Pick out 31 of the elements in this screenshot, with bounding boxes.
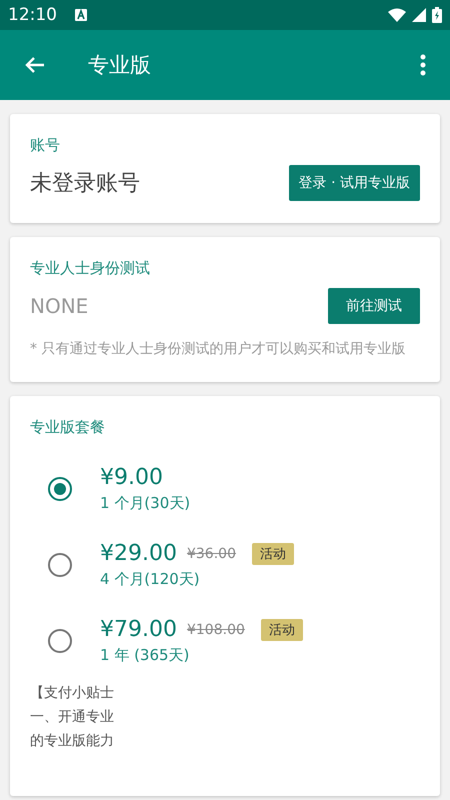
- plan-duration: 1 年 (365天): [100, 646, 190, 665]
- section-label: 专业人士身份测试: [30, 259, 151, 278]
- plan-duration: 4 个月(120天): [100, 570, 201, 589]
- promo-badge: 活动: [252, 542, 294, 564]
- wifi-icon: [388, 8, 406, 22]
- plan-price: ¥29.00: [100, 541, 177, 566]
- plan-price: ¥79.00: [100, 617, 177, 642]
- radio-button[interactable]: [48, 629, 72, 653]
- start-test-button[interactable]: 前往测试: [328, 288, 420, 324]
- promo-badge: 活动: [260, 618, 303, 640]
- original-price: ¥108.00: [186, 622, 245, 638]
- tip-text: 【支付小贴士: [30, 684, 115, 703]
- account-status: 未登录账号: [30, 170, 140, 198]
- radio-button[interactable]: [48, 553, 72, 577]
- section-label: 账号: [30, 136, 61, 155]
- battery-icon: [432, 7, 442, 23]
- login-trial-button[interactable]: 登录 · 试用专业版: [288, 165, 420, 201]
- signal-icon: [412, 8, 426, 22]
- notification-icon: [75, 9, 87, 21]
- more-options-icon: [420, 54, 426, 76]
- section-label: 专业版套餐: [30, 418, 106, 437]
- plan-price: ¥9.00: [100, 465, 163, 490]
- page-title: 专业版: [88, 52, 151, 79]
- plan-duration: 1 个月(30天): [100, 494, 190, 513]
- radio-button[interactable]: [48, 477, 72, 501]
- note-text: * 只有通过专业人士身份测试的用户才可以购买和试用专业版: [30, 340, 406, 359]
- tip-text: 的专业版能力: [30, 732, 115, 751]
- test-result: NONE: [30, 294, 88, 318]
- original-price: ¥36.00: [186, 546, 236, 562]
- tip-text: 一、开通专业: [30, 708, 115, 727]
- clock-text: 12:10: [8, 5, 57, 25]
